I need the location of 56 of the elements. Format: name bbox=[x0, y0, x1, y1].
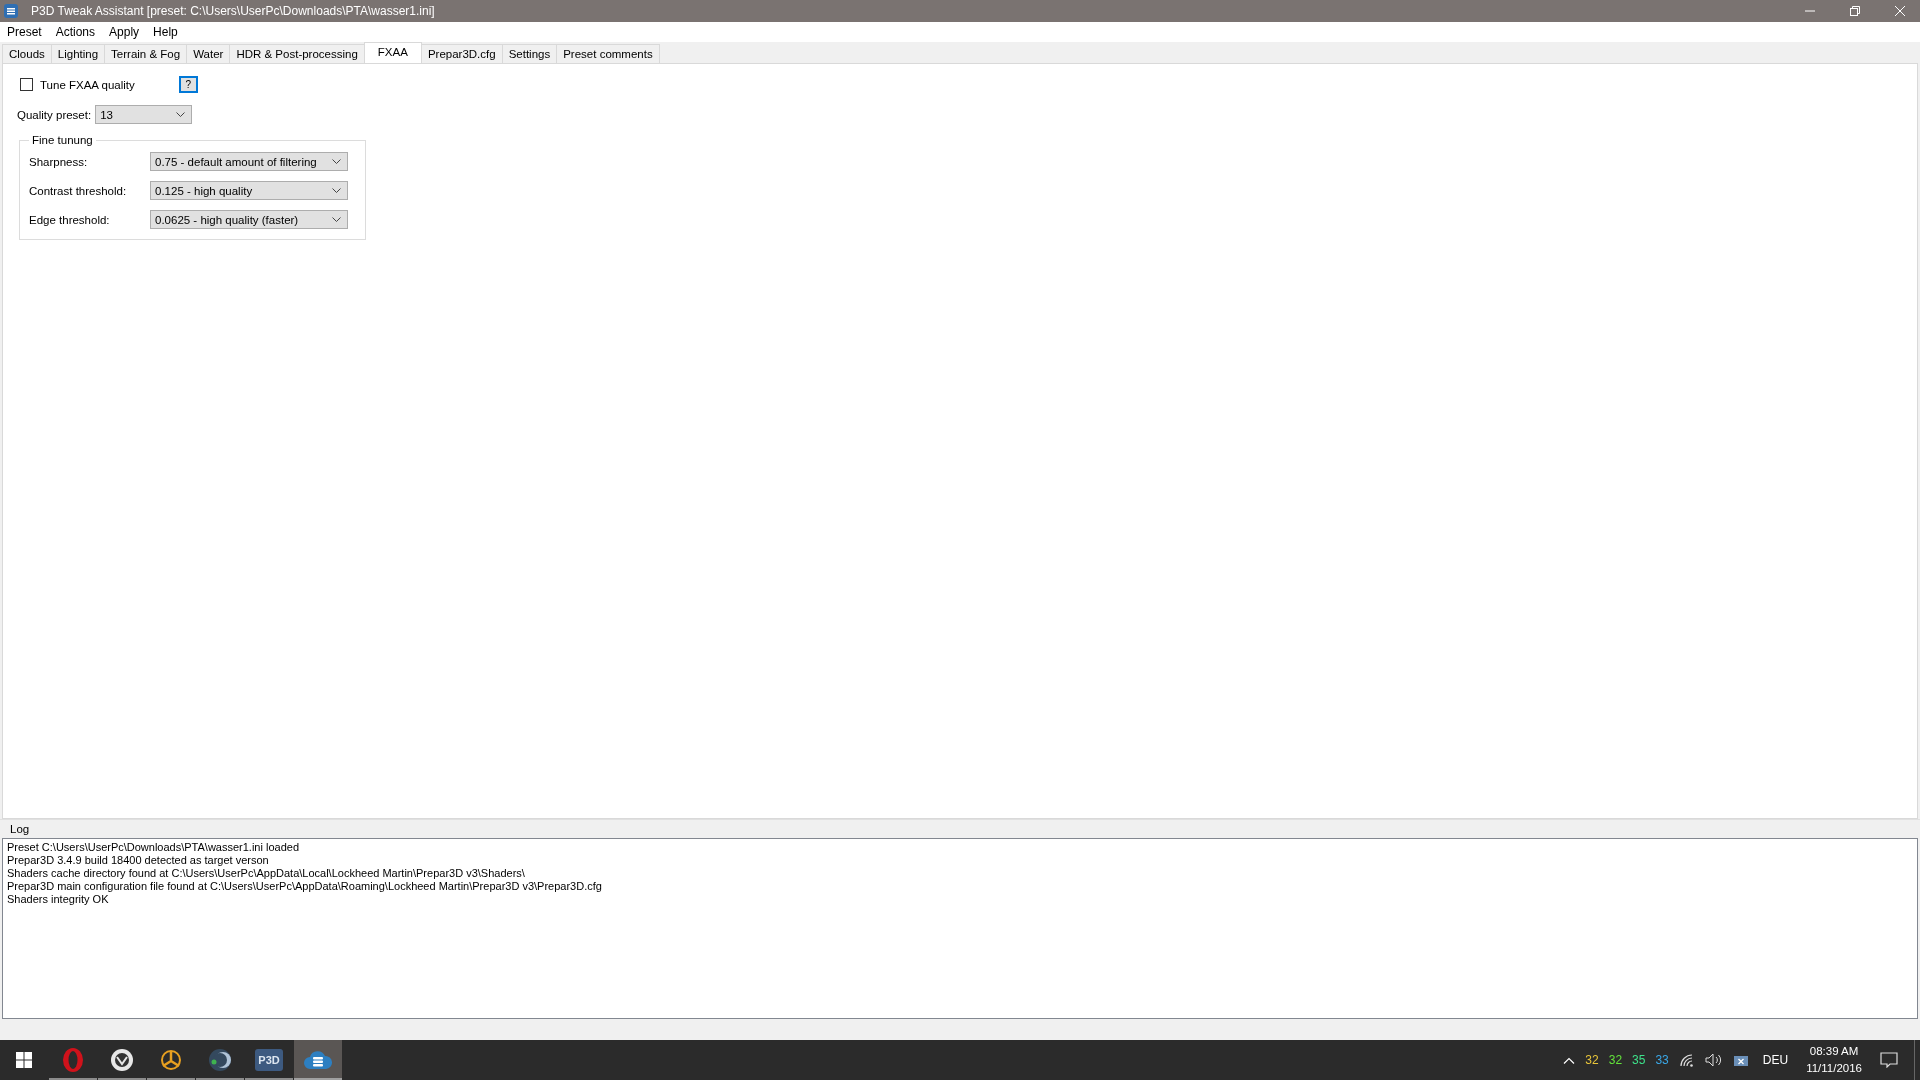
chevron-icon bbox=[332, 217, 341, 222]
tab[interactable]: Terrain & Fog bbox=[104, 44, 188, 63]
chevron-icon bbox=[332, 159, 341, 164]
crescent-icon bbox=[208, 1048, 232, 1072]
tab[interactable]: HDR & Post-processing bbox=[229, 44, 365, 63]
taskbar-app[interactable] bbox=[294, 1040, 342, 1080]
chevron-icon bbox=[176, 112, 186, 117]
menu-item[interactable]: Help bbox=[148, 25, 183, 39]
temperature-reading[interactable]: 32 bbox=[1608, 1053, 1623, 1067]
log-line: Preset C:\Users\UserPc\Downloads\PTA\wasser1.ini loaded bbox=[7, 841, 301, 854]
cloud-icon bbox=[304, 1049, 332, 1071]
menu-item[interactable]: Apply bbox=[104, 25, 145, 39]
tab[interactable]: Lighting bbox=[50, 44, 106, 63]
log-line: Prepar3D 3.4.9 build 18400 detected as target verson bbox=[7, 854, 270, 867]
notification-icon[interactable] bbox=[1880, 1052, 1898, 1068]
chevron-icon bbox=[332, 188, 341, 193]
wifi-icon[interactable] bbox=[1678, 1053, 1695, 1067]
app-tile-icon: P3D bbox=[255, 1049, 283, 1071]
speaker-icon[interactable] bbox=[1704, 1053, 1723, 1067]
tab[interactable]: Prepar3D.cfg bbox=[420, 44, 503, 63]
field-label: Quality preset: bbox=[17, 108, 92, 121]
dropdown[interactable]: 0.0625 - high quality (faster) bbox=[150, 210, 348, 229]
tab[interactable]: FXAA bbox=[363, 42, 422, 63]
taskbar-app[interactable]: P3D bbox=[245, 1040, 293, 1080]
network-drive-icon[interactable] bbox=[1732, 1053, 1749, 1067]
field-label: Contrast threshold: bbox=[29, 184, 128, 197]
log-line: Prepar3D main configuration file found at C:\Users\UserPc\AppData\Roaming\Lockheed Martin\Prepar3D v3\Prepar3D.cfg bbox=[7, 880, 603, 893]
log-line: Shaders integrity OK bbox=[7, 893, 110, 906]
chevron-up-icon[interactable] bbox=[1563, 1056, 1576, 1064]
log-title: Log bbox=[10, 823, 30, 835]
ring-icon bbox=[61, 1047, 85, 1073]
temperature-reading[interactable]: 33 bbox=[1655, 1053, 1669, 1067]
dropdown[interactable]: 13 bbox=[95, 105, 193, 124]
windows-icon bbox=[16, 1052, 32, 1068]
group-title: Fine tunung bbox=[31, 134, 94, 146]
dropdown[interactable]: 0.75 - default amount of filtering bbox=[150, 152, 348, 171]
app-icon bbox=[4, 4, 18, 18]
temperature-reading[interactable]: 35 bbox=[1632, 1053, 1646, 1067]
clock[interactable]: 08:39 AM 11/11/2016 bbox=[1806, 1043, 1862, 1077]
tab[interactable]: Preset comments bbox=[556, 44, 660, 63]
temperature-reading[interactable]: 32 bbox=[1585, 1053, 1599, 1067]
field-label: Edge threshold: bbox=[29, 213, 111, 226]
dropdown[interactable]: 0.125 - high quality bbox=[150, 181, 348, 200]
tab[interactable]: Settings bbox=[501, 44, 558, 63]
window-title: P3D Tweak Assistant [preset: C:\Users\UserPc\Downloads\PTA\wasser1.ini] bbox=[31, 4, 436, 18]
restore-icon[interactable] bbox=[1850, 6, 1860, 16]
language-indicator[interactable]: DEU bbox=[1762, 1053, 1789, 1067]
tab[interactable]: Clouds bbox=[2, 44, 52, 63]
menu-item[interactable]: Actions bbox=[50, 25, 101, 39]
checkbox[interactable] bbox=[20, 78, 33, 91]
field-label: Sharpness: bbox=[29, 155, 89, 168]
log-line: Shaders cache directory found at C:\Users\UserPc\AppData\Local\Lockheed Martin\Prepar3D v3\Shaders\ bbox=[7, 867, 526, 880]
checkbox-label: Tune FXAA quality bbox=[40, 78, 135, 91]
close-icon[interactable] bbox=[1895, 6, 1905, 16]
help-button[interactable]: ? bbox=[178, 76, 198, 93]
menu-item[interactable]: Preset bbox=[2, 25, 47, 39]
